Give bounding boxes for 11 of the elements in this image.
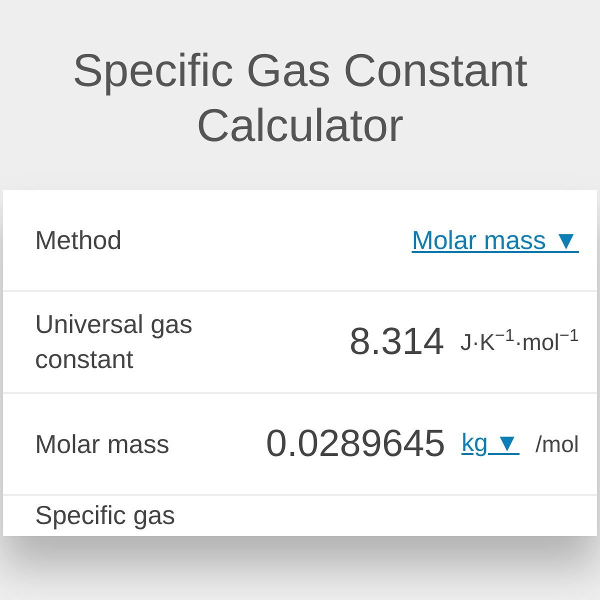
page-title: Specific Gas Constant Calculator: [71, 43, 529, 153]
unit-label: J·K$^{−1}$·mol$^{−1}$: [460, 324, 579, 357]
method-dropdown[interactable]: Molar mass ▼: [412, 220, 579, 260]
field-label: Molar mass: [35, 428, 170, 460]
value-input[interactable]: 0.0289645: [266, 416, 446, 472]
field-label: Specific gas: [35, 499, 176, 532]
value-input[interactable]: 8.314: [349, 314, 444, 370]
unit-dropdown[interactable]: kg ▼: [461, 425, 520, 463]
unit-label: /mol: [536, 430, 579, 459]
field-label: Universal gas constant: [35, 308, 194, 376]
field-label: Method: [35, 224, 122, 256]
